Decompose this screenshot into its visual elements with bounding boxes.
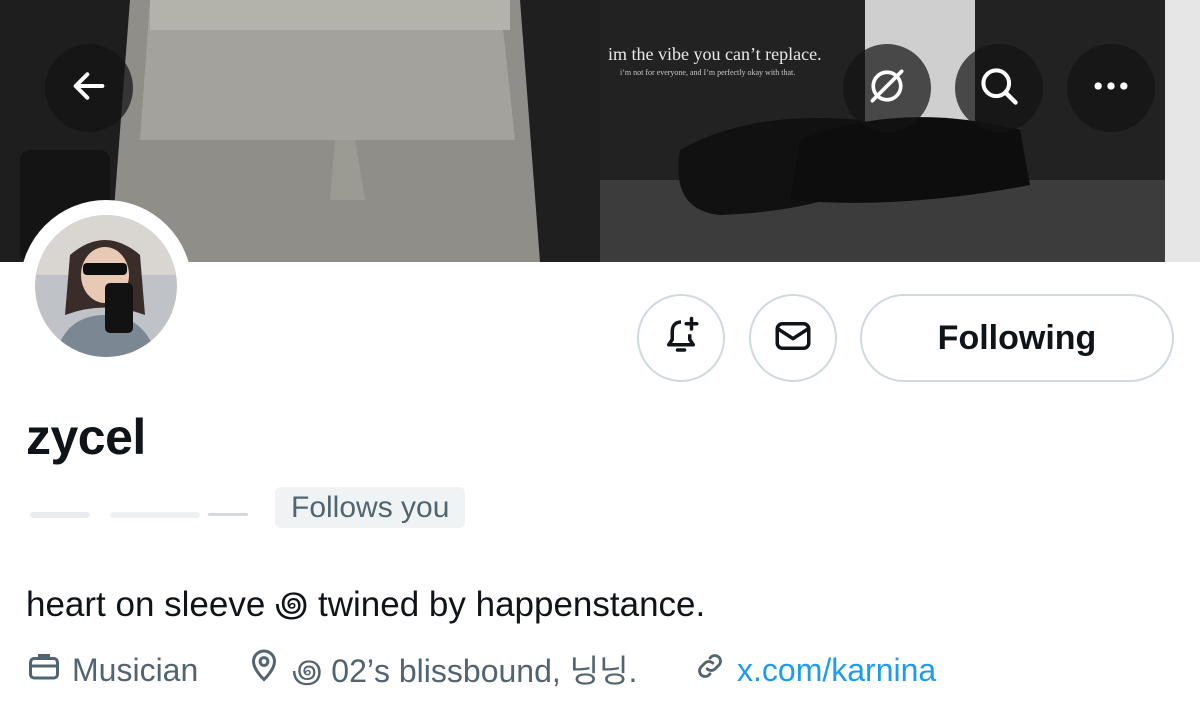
avatar-image xyxy=(35,215,177,357)
location-label: ꩜ 02’s blissbound, 닝닝. xyxy=(292,653,638,689)
arrow-left-icon xyxy=(69,66,109,111)
display-name: zycel xyxy=(26,409,146,465)
translate-button[interactable] xyxy=(843,44,931,132)
notify-button[interactable] xyxy=(637,294,725,382)
profile-job: Musician xyxy=(26,648,198,692)
following-button[interactable]: Following xyxy=(860,294,1174,382)
location-pin-icon xyxy=(246,648,292,692)
follows-you-badge: Follows you xyxy=(275,487,466,528)
search-icon xyxy=(977,64,1021,113)
more-button[interactable] xyxy=(1067,44,1155,132)
link-icon xyxy=(693,649,737,691)
bell-plus-icon xyxy=(660,315,702,362)
banner-quote-sub: i’m not for everyone, and I’m perfectly … xyxy=(620,68,796,77)
back-button[interactable] xyxy=(45,44,133,132)
handle-redacted xyxy=(30,508,255,520)
envelope-icon xyxy=(772,315,814,362)
profile-bio: heart on sleeve ꩜ twined by happenstance… xyxy=(26,585,706,624)
briefcase-icon xyxy=(26,648,72,692)
profile-link[interactable]: x.com/karnina xyxy=(693,648,936,692)
translate-slash-icon xyxy=(865,64,909,113)
link-url[interactable]: x.com/karnina xyxy=(737,652,936,689)
profile-banner[interactable]: im the vibe you can’t replace. i’m not f… xyxy=(0,0,1200,262)
message-button[interactable] xyxy=(749,294,837,382)
job-label: Musician xyxy=(72,651,199,688)
profile-location: ꩜ 02’s blissbound, 닝닝. xyxy=(246,648,637,692)
banner-quote: im the vibe you can’t replace. xyxy=(608,44,822,64)
more-dots-icon xyxy=(1089,64,1133,113)
search-button[interactable] xyxy=(955,44,1043,132)
avatar[interactable] xyxy=(20,200,192,372)
